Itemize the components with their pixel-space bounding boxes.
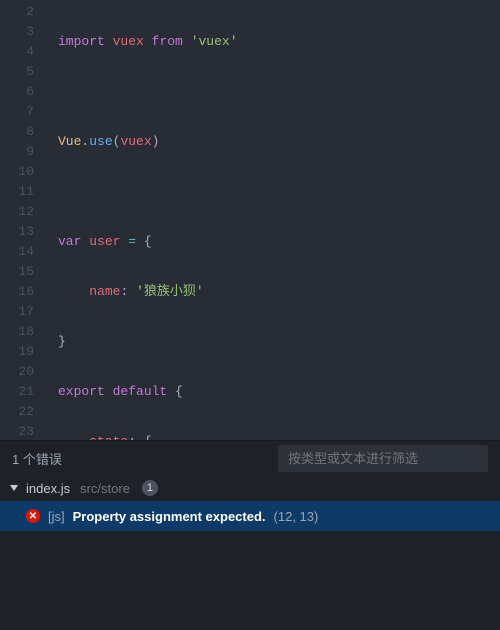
problems-file-group[interactable]: index.js src/store 1 bbox=[0, 475, 500, 501]
code-line: name: '狼族小狈' bbox=[58, 282, 500, 302]
line-number: 23 bbox=[0, 422, 34, 440]
code-line: Vue.use(vuex) bbox=[58, 132, 500, 152]
line-number-gutter: 234567891011121314151617181920212223 bbox=[0, 0, 48, 440]
line-number: 7 bbox=[0, 102, 34, 122]
line-number: 15 bbox=[0, 262, 34, 282]
problem-item[interactable]: ✕ [js] Property assignment expected. (12… bbox=[0, 501, 500, 531]
code-line: import vuex from 'vuex' bbox=[58, 32, 500, 52]
line-number: 2 bbox=[0, 2, 34, 22]
problem-location: (12, 13) bbox=[274, 509, 319, 524]
line-number: 20 bbox=[0, 362, 34, 382]
problems-badge: 1 bbox=[142, 480, 158, 496]
line-number: 22 bbox=[0, 402, 34, 422]
line-number: 17 bbox=[0, 302, 34, 322]
line-number: 19 bbox=[0, 342, 34, 362]
line-number: 10 bbox=[0, 162, 34, 182]
file-path: src/store bbox=[80, 481, 130, 496]
code-line bbox=[58, 182, 500, 202]
problem-source: [js] bbox=[48, 509, 65, 524]
problems-filter-input[interactable] bbox=[278, 445, 488, 472]
problem-message: Property assignment expected. bbox=[73, 509, 266, 524]
line-number: 11 bbox=[0, 182, 34, 202]
line-number: 8 bbox=[0, 122, 34, 142]
code-line: state: { bbox=[58, 432, 500, 440]
line-number: 16 bbox=[0, 282, 34, 302]
line-number: 18 bbox=[0, 322, 34, 342]
line-number: 13 bbox=[0, 222, 34, 242]
code-line: } bbox=[58, 332, 500, 352]
problems-count: 1 个错误 bbox=[12, 449, 62, 468]
line-number: 5 bbox=[0, 62, 34, 82]
code-editor[interactable]: 234567891011121314151617181920212223 imp… bbox=[0, 0, 500, 440]
line-number: 3 bbox=[0, 22, 34, 42]
line-number: 14 bbox=[0, 242, 34, 262]
code-line: var user = { bbox=[58, 232, 500, 252]
line-number: 12 bbox=[0, 202, 34, 222]
code-area[interactable]: import vuex from 'vuex' Vue.use(vuex) va… bbox=[48, 0, 500, 440]
chevron-down-icon bbox=[10, 485, 18, 491]
problems-header: 1 个错误 bbox=[0, 441, 500, 475]
file-name: index.js bbox=[26, 481, 70, 496]
code-line: export default { bbox=[58, 382, 500, 402]
line-number: 21 bbox=[0, 382, 34, 402]
code-line bbox=[58, 82, 500, 102]
line-number: 4 bbox=[0, 42, 34, 62]
line-number: 9 bbox=[0, 142, 34, 162]
problems-panel: 1 个错误 index.js src/store 1 ✕ [js] Proper… bbox=[0, 440, 500, 630]
error-icon: ✕ bbox=[26, 509, 40, 523]
line-number: 6 bbox=[0, 82, 34, 102]
